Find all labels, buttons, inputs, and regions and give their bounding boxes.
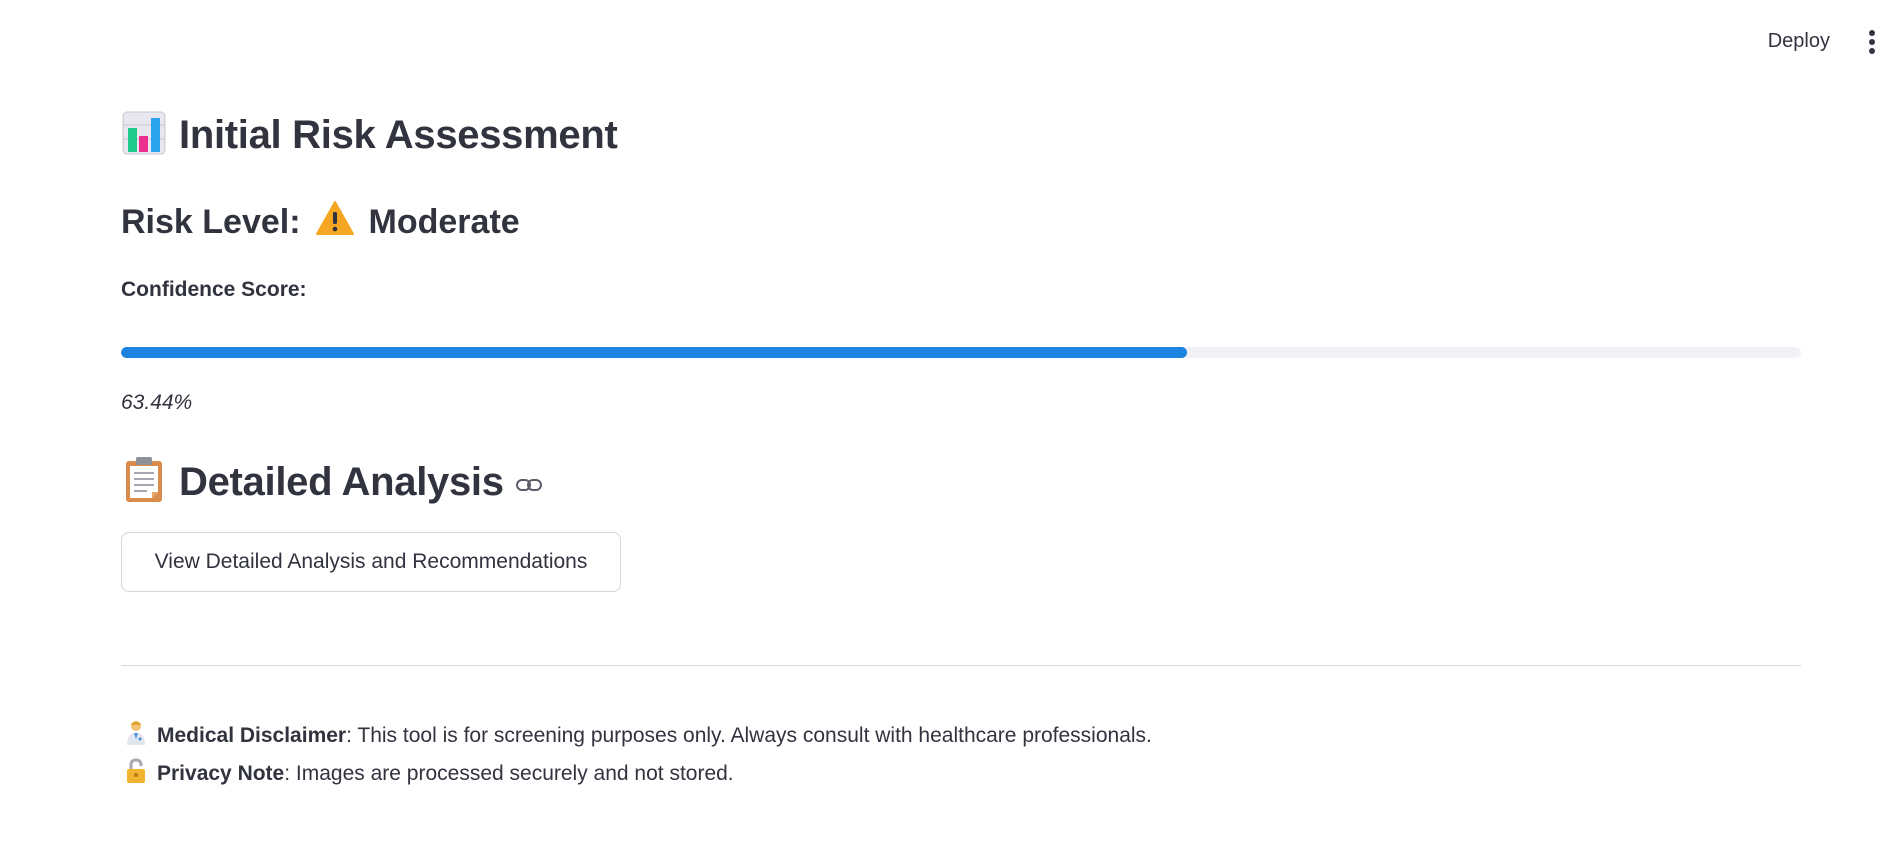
menu-dot bbox=[1869, 39, 1875, 45]
confidence-label: Confidence Score: bbox=[121, 278, 307, 301]
risk-level: Risk Level: Moderate bbox=[121, 200, 520, 245]
disclaimer-text: : This tool is for screening purposes on… bbox=[346, 724, 1152, 747]
lock-icon bbox=[125, 758, 147, 790]
confidence-progress-fill bbox=[121, 347, 1187, 358]
deploy-button[interactable]: Deploy bbox=[1760, 26, 1838, 57]
bar-chart-icon bbox=[121, 110, 167, 160]
menu-dot bbox=[1869, 48, 1875, 54]
link-icon[interactable] bbox=[515, 477, 542, 496]
page-title: Initial Risk Assessment bbox=[179, 112, 618, 157]
privacy-note: Privacy Note : Images are processed secu… bbox=[125, 758, 734, 790]
clipboard-icon bbox=[121, 456, 167, 508]
top-toolbar: Deploy bbox=[0, 0, 1900, 84]
medical-disclaimer: Medical Disclaimer : This tool is for sc… bbox=[125, 720, 1152, 752]
warning-icon bbox=[315, 200, 355, 245]
view-detailed-analysis-button[interactable]: View Detailed Analysis and Recommendatio… bbox=[121, 532, 621, 592]
doctor-icon bbox=[125, 720, 147, 752]
confidence-progress-bar bbox=[121, 347, 1801, 358]
page-header: Initial Risk Assessment bbox=[121, 110, 618, 160]
risk-level-value: Moderate bbox=[368, 203, 520, 241]
disclaimer-title: Medical Disclaimer bbox=[157, 724, 347, 747]
privacy-text: : Images are processed securely and not … bbox=[284, 762, 734, 785]
more-vertical-icon[interactable] bbox=[1862, 28, 1882, 56]
section-title: Detailed Analysis bbox=[179, 459, 504, 504]
risk-level-label: Risk Level: bbox=[121, 203, 301, 241]
divider bbox=[121, 665, 1801, 666]
menu-dot bbox=[1869, 30, 1875, 36]
privacy-title: Privacy Note bbox=[157, 762, 285, 785]
section-header-detailed-analysis: Detailed Analysis bbox=[121, 456, 542, 508]
confidence-percent: 63.44% bbox=[121, 391, 193, 414]
